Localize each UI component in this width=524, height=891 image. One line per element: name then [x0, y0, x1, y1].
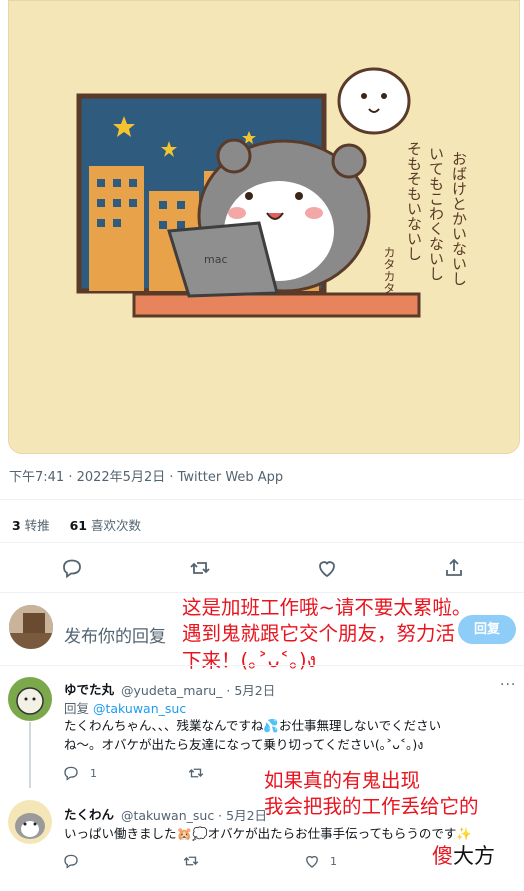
tweet-stats: 3 转推 61 喜欢次数	[12, 515, 141, 534]
like-label[interactable]: 喜欢次数	[87, 518, 141, 533]
thread-line	[29, 722, 31, 788]
annotation-line: 如果真的有鬼出现	[264, 769, 421, 792]
reply-author-name[interactable]: ゆでた丸	[64, 679, 114, 698]
retweet-icon[interactable]	[187, 764, 205, 782]
avatar-image	[9, 605, 53, 649]
reply-input[interactable]: 发布你的回复	[64, 622, 166, 647]
reply-icon[interactable]	[62, 852, 80, 870]
reply-text-line: ね〜。オバケが出たら友達になって乗り切ってください(｡˃ᴗ˂｡)ง	[64, 737, 424, 753]
like-icon[interactable]	[303, 852, 321, 870]
reply-avatar[interactable]	[8, 800, 52, 844]
like-count[interactable]: 61	[70, 518, 87, 533]
avatar-image	[8, 800, 52, 844]
retweet-icon[interactable]	[188, 556, 212, 580]
divider	[0, 592, 524, 593]
image-text-2: いてもこわくないし	[427, 146, 445, 281]
more-icon[interactable]: ···	[500, 677, 516, 693]
reply-text-line: いっぱい働きました🐹💭オバケが出たらお仕事手伝ってもらうのです✨	[64, 826, 472, 841]
image-text-3: そもそもいないし	[405, 141, 423, 261]
divider	[0, 542, 524, 543]
annotation-line: 遇到鬼就跟它交个朋友，努力活	[182, 622, 456, 646]
reply-avatar[interactable]	[8, 677, 52, 721]
ghost	[337, 67, 411, 135]
reply-author-handle[interactable]: @takuwan_suc · 5月2日	[121, 805, 267, 824]
tweet-actions	[0, 556, 524, 580]
watermark: 傻大方	[432, 840, 495, 870]
annotation-line: 这是加班工作哦~请不要太累啦。	[182, 596, 472, 619]
reply-icon[interactable]	[62, 764, 80, 782]
divider	[0, 499, 524, 500]
annotation-translation-2: 如果真的有鬼出现 我会把我的工作丢给它的	[264, 768, 479, 821]
image-text-sfx: カタカタ	[382, 246, 396, 294]
reply-author-handle[interactable]: @yudeta_maru_ · 5月2日	[121, 680, 275, 699]
like-count: 1	[330, 855, 337, 868]
reply-text: いっぱい働きました🐹💭オバケが出たらお仕事手伝ってもらうのです✨	[64, 824, 472, 843]
laptop-label: mac	[204, 253, 228, 266]
reply-to-prefix: 回复	[64, 701, 93, 716]
watermark-part2: 大方	[453, 844, 495, 868]
retweet-label[interactable]: 转推	[21, 518, 50, 533]
annotation-line: 下来！(｡˃ᴗ˂｡)ง	[182, 648, 317, 672]
reply-to-link[interactable]: @takuwan_suc	[93, 701, 186, 716]
tweet-media-image[interactable]: mac おばけとかいないし いてもこわくないし そもそもいないし カタカタ	[8, 0, 520, 454]
reply-to: 回复 @takuwan_suc	[64, 698, 186, 717]
annotation-translation-1: 这是加班工作哦~请不要太累啦。 遇到鬼就跟它交个朋友，努力活 下来！(｡˃ᴗ˂｡…	[182, 595, 471, 674]
image-text-1: おばけとかいないし	[450, 151, 468, 286]
hamster-illustration: mac おばけとかいないし いてもこわくないし そもそもいないし カタカタ	[76, 67, 468, 318]
tweet-timestamp[interactable]: 下午7:41 · 2022年5月2日 · Twitter Web App	[9, 466, 283, 485]
annotation-line: 我会把我的工作丢给它的	[264, 795, 479, 819]
like-icon[interactable]	[315, 556, 339, 580]
desk	[132, 292, 421, 318]
reply-author-name[interactable]: たくわん	[64, 804, 114, 823]
retweet-icon[interactable]	[182, 852, 200, 870]
my-avatar[interactable]	[9, 605, 53, 649]
reply-count: 1	[90, 767, 97, 780]
avatar-image	[8, 677, 52, 721]
reply-icon[interactable]	[60, 556, 84, 580]
retweet-count[interactable]: 3	[12, 518, 21, 533]
reply-text-line: たくわんちゃん、、、残業なんですね💦お仕事無理しないでください	[64, 718, 442, 733]
divider	[0, 665, 524, 666]
watermark-part1: 傻	[432, 844, 453, 868]
reply-text: たくわんちゃん、、、残業なんですね💦お仕事無理しないでください ね〜。オバケが出…	[64, 716, 441, 755]
share-icon[interactable]	[442, 556, 466, 580]
